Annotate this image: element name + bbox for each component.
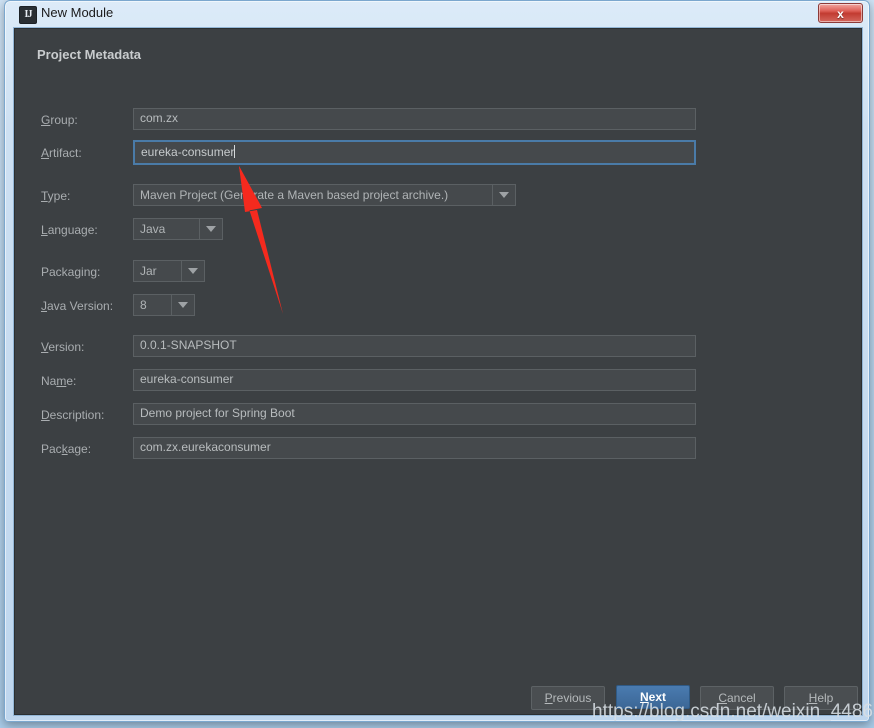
input-group[interactable]: com.zx [133, 108, 696, 130]
cancel-button[interactable]: Cancel [700, 686, 774, 710]
label-package: Package: [41, 442, 92, 456]
dropdown-value-type: Maven Project (Generate a Maven based pr… [140, 188, 449, 202]
page-title: Project Metadata [37, 47, 142, 62]
previous-button[interactable]: Previous [531, 686, 605, 710]
input-value-artifact: eureka-consumer [141, 145, 235, 159]
window-title: New Module [41, 5, 114, 20]
dropdown-java-version[interactable]: 8 [133, 294, 195, 316]
close-icon[interactable]: x [818, 3, 863, 23]
input-value-group: com.zx [140, 111, 179, 125]
input-description[interactable]: Demo project for Spring Boot [133, 403, 696, 425]
label-version: Version: [41, 340, 85, 354]
dropdown-value-packaging: Jar [140, 264, 157, 278]
label-type: Type: [41, 189, 71, 203]
input-value-project-name: eureka-consumer [140, 372, 234, 386]
red-pointer-arrow [239, 166, 283, 314]
label-group: Group: [41, 113, 78, 127]
input-value-description: Demo project for Spring Boot [140, 406, 295, 420]
next-button[interactable]: Next [616, 685, 690, 709]
label-java-version: Java Version: [41, 299, 114, 313]
input-package[interactable]: com.zx.eurekaconsumer [133, 437, 696, 459]
input-version[interactable]: 0.0.1-SNAPSHOT [133, 335, 696, 357]
input-value-version: 0.0.1-SNAPSHOT [140, 338, 237, 352]
label-project-name: Name: [41, 374, 77, 388]
input-project-name[interactable]: eureka-consumer [133, 369, 696, 391]
chevron-down-icon[interactable] [199, 219, 222, 239]
dropdown-value-java-version: 8 [140, 298, 147, 312]
chevron-down-icon[interactable] [171, 295, 194, 315]
intellij-idea-icon: IJ [19, 6, 37, 24]
label-artifact: Artifact: [41, 146, 82, 160]
text-caret [234, 145, 236, 158]
dropdown-language[interactable]: Java [133, 218, 223, 240]
chevron-down-icon[interactable] [181, 261, 204, 281]
help-button[interactable]: Help [784, 686, 858, 710]
dropdown-type[interactable]: Maven Project (Generate a Maven based pr… [133, 184, 516, 206]
input-value-package: com.zx.eurekaconsumer [140, 440, 271, 454]
dropdown-value-language: Java [140, 222, 166, 236]
new-module-window: IJ New Module x Project Metadata Group: c… [4, 0, 874, 722]
label-language: Language: [41, 223, 98, 237]
window-titlebar[interactable]: IJ New Module x [5, 1, 869, 27]
label-packaging: Packaging: [41, 265, 101, 279]
input-artifact[interactable]: eureka-consumer [133, 140, 696, 165]
dropdown-packaging[interactable]: Jar [133, 260, 205, 282]
chevron-down-icon[interactable] [492, 185, 515, 205]
label-description: Description: [41, 408, 105, 422]
dialog-content-panel: Project Metadata Group: com.zx Artifact: eu… [14, 28, 862, 715]
